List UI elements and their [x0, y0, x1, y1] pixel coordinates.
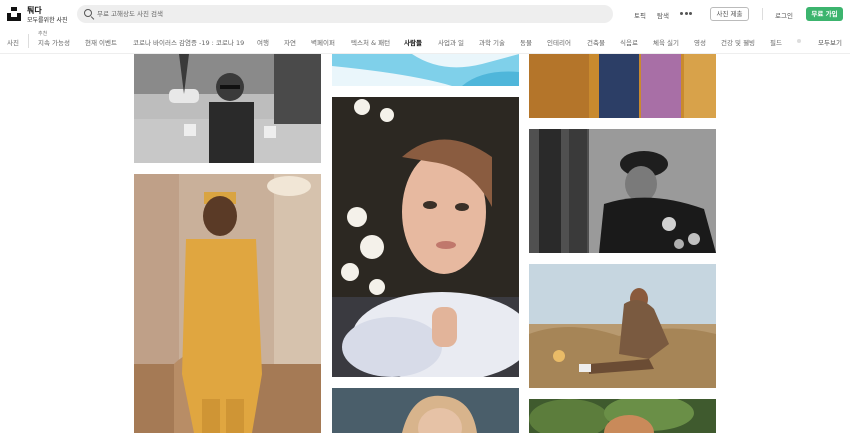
topic-athletics[interactable]: 체육 실기: [653, 37, 679, 47]
photo-woman-blonde[interactable]: [332, 388, 519, 433]
topic-film[interactable]: 필드: [770, 37, 782, 47]
topic-nature[interactable]: 자연: [284, 37, 296, 47]
login-link[interactable]: 로그인: [775, 10, 793, 20]
topic-current-events[interactable]: 현재 이벤트: [85, 37, 117, 47]
photo-man-mustard-suit[interactable]: [134, 174, 321, 433]
join-free-button[interactable]: 무료 가입: [806, 7, 843, 21]
topic-interiors[interactable]: 인테리어: [547, 37, 571, 47]
topic-business-work[interactable]: 사업과 일: [438, 37, 464, 47]
photo-mustard-clothes[interactable]: [529, 54, 716, 118]
submit-photo-button[interactable]: 사진 제출: [710, 7, 749, 21]
topic-travel[interactable]: 여행: [257, 37, 269, 47]
search-icon[interactable]: [84, 9, 92, 17]
photo-greenery[interactable]: [529, 399, 716, 433]
topic-architecture[interactable]: 건축물: [587, 37, 605, 47]
photo-woman-field[interactable]: [529, 264, 716, 388]
nav-topics-link[interactable]: 토픽: [634, 10, 646, 20]
featured-label: 추천: [38, 31, 48, 37]
topic-food-drink[interactable]: 식음료: [620, 37, 638, 47]
header-divider: [762, 8, 763, 20]
brand-tagline: 모두를위한 사진: [27, 17, 68, 24]
topic-nav-bar: 사진 추천 지속 가능성 현재 이벤트 코로나 바이러스 감염증 -19 : 코…: [0, 28, 850, 54]
photo-woman-flowers[interactable]: [332, 97, 519, 377]
topic-scroll-fade: [790, 28, 812, 53]
search-input[interactable]: [97, 7, 597, 21]
topic-technology[interactable]: 과학 기술: [479, 37, 505, 47]
topic-covid19[interactable]: 코로나 바이러스 감염증 -19 : 코로나 19: [133, 37, 244, 47]
top-header: 퉈다 모두를위한 사진 토픽 탐색 사진 제출 로그인 무료 가입: [0, 0, 850, 28]
topic-wallpapers[interactable]: 벽페이퍼: [311, 37, 335, 47]
topic-health-wellness[interactable]: 건강 및 웰빙: [721, 37, 755, 47]
photo-street-man-bw[interactable]: [134, 54, 321, 163]
more-horizontal-icon[interactable]: [680, 12, 692, 16]
topic-textures-patterns[interactable]: 텍스처 & 패턴: [351, 37, 390, 47]
topic-spirituality[interactable]: 영성: [694, 37, 706, 47]
topic-divider: [28, 34, 29, 48]
view-all-topics-link[interactable]: 모두보기: [818, 37, 842, 47]
topic-sustainability[interactable]: 지속 가능성: [38, 37, 70, 47]
topic-photos[interactable]: 사진: [7, 37, 19, 47]
topic-animals[interactable]: 동물: [520, 37, 532, 47]
unsplash-logo-icon[interactable]: [7, 7, 21, 21]
search-bar[interactable]: [77, 5, 613, 23]
photo-blue-fabric[interactable]: [332, 54, 519, 86]
topic-people[interactable]: 사람들: [404, 37, 422, 47]
nav-explore-link[interactable]: 탐색: [657, 10, 669, 20]
photo-elder-woman-bw[interactable]: [529, 129, 716, 253]
scroll-indicator-icon: [797, 39, 801, 43]
